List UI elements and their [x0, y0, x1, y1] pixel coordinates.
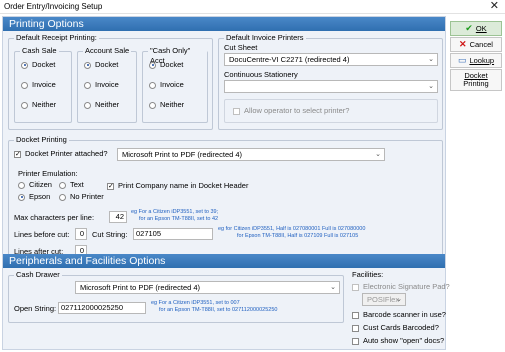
- checkmark-icon: ✔: [465, 23, 473, 33]
- default-invoice-group: Default Invoice Printers Cut Sheet DocuC…: [218, 33, 443, 130]
- cash-sale-label: Cash Sale: [20, 46, 59, 56]
- cash-sale-neither-radio[interactable]: Neither: [21, 100, 56, 110]
- cash-drawer-group: Cash Drawer Microsoft Print to PDF (redi…: [8, 270, 344, 323]
- cut-sheet-select[interactable]: DocuCentre-VI C2271 (redirected 4) ⌄: [224, 53, 438, 66]
- cash-only-neither-radio[interactable]: Neither: [149, 100, 184, 110]
- allow-select-frame: Allow operator to select printer?: [224, 99, 438, 123]
- electronic-signature-pad-checkbox[interactable]: Electronic Signature Pad?: [352, 282, 450, 292]
- cancel-button[interactable]: ✕ Cancel: [450, 37, 502, 52]
- barcode-scanner-checkbox[interactable]: Barcode scanner in use?: [352, 310, 446, 320]
- account-sale-neither-radio[interactable]: Neither: [84, 100, 119, 110]
- signature-pad-device-select[interactable]: POSIFlex ⌄: [362, 293, 406, 306]
- docket-printer-select[interactable]: Microsoft Print to PDF (redirected 4) ⌄: [117, 148, 385, 161]
- action-sidebar: ✔ OK ✕ Cancel ▭ Lookup Docket Printing: [450, 16, 505, 350]
- chevron-down-icon: ⌄: [428, 83, 434, 90]
- continuous-stationery-label: Continuous Stationery: [224, 70, 298, 79]
- open-string-hint-2: for an Epson TM-T88II, set to 0271120000…: [159, 307, 278, 313]
- peripherals-header: Peripherals and Facilities Options: [3, 254, 445, 268]
- docket-printing-group: Docket Printing ✓ Docket Printer attached…: [8, 135, 443, 258]
- max-chars-hint-2: for an Epson TM-T88II, set to 42: [139, 216, 219, 222]
- cash-only-invoice-radio[interactable]: Invoice: [149, 80, 184, 90]
- max-chars-input[interactable]: 42: [109, 211, 127, 223]
- window-titlebar: Order Entry/Invoicing Setup ✕: [0, 0, 505, 14]
- lookup-icon: ▭: [457, 55, 467, 65]
- lookup-button[interactable]: ▭ Lookup: [450, 53, 502, 68]
- account-sale-docket-radio[interactable]: Docket: [84, 60, 118, 70]
- open-string-input[interactable]: 027112000025250: [58, 302, 146, 314]
- cut-string-input[interactable]: 027105: [133, 228, 213, 240]
- continuous-stationery-select[interactable]: ⌄: [224, 80, 438, 93]
- chevron-down-icon: ⌄: [396, 296, 402, 303]
- default-receipt-label: Default Receipt Printing:: [14, 33, 99, 43]
- lines-before-cut-label: Lines before cut:: [14, 230, 70, 239]
- facilities-label: Facilities:: [352, 270, 384, 279]
- cash-sale-invoice-radio[interactable]: Invoice: [21, 80, 56, 90]
- max-chars-label: Max characters per line:: [14, 213, 95, 222]
- facilities-group: Facilities: Electronic Signature Pad? PO…: [348, 270, 450, 347]
- cash-drawer-label: Cash Drawer: [14, 270, 62, 280]
- cust-cards-barcoded-checkbox[interactable]: Cust Cards Barcoded?: [352, 323, 439, 333]
- default-receipt-group: Default Receipt Printing: Cash Sale Dock…: [8, 33, 213, 130]
- docket-printing-label: Docket Printing: [14, 135, 69, 145]
- lines-before-cut-input[interactable]: 0: [75, 228, 87, 240]
- emulation-text-radio[interactable]: Text: [59, 180, 84, 190]
- open-string-hint-1: eg For a Citizen iDP3551, set to 007: [151, 300, 240, 306]
- chevron-down-icon: ⌄: [428, 56, 434, 63]
- cash-sale-group: Cash Sale Docket Invoice Neither: [14, 46, 72, 123]
- emulation-no-printer-radio[interactable]: No Printer: [59, 192, 104, 202]
- ok-button[interactable]: ✔ OK: [450, 21, 502, 36]
- cut-string-hint-1: eg for Citizen iDP3551, Half is 02708000…: [218, 226, 366, 232]
- printer-emulation-group: Printer Emulation: Citizen Text Epson No…: [14, 169, 104, 204]
- account-sale-label: Account Sale: [83, 46, 132, 56]
- allow-select-printer-checkbox[interactable]: Allow operator to select printer?: [233, 106, 349, 116]
- window-title: Order Entry/Invoicing Setup: [4, 2, 103, 11]
- auto-show-open-docs-checkbox[interactable]: Auto show "open" docs?: [352, 336, 444, 346]
- cancel-x-icon: ✕: [459, 39, 467, 49]
- chevron-down-icon: ⌄: [330, 284, 336, 291]
- account-sale-invoice-radio[interactable]: Invoice: [84, 80, 119, 90]
- cash-drawer-printer-select[interactable]: Microsoft Print to PDF (redirected 4) ⌄: [75, 281, 340, 294]
- close-icon[interactable]: ✕: [490, 0, 499, 13]
- cut-string-label: Cut String:: [92, 230, 128, 239]
- cut-sheet-label: Cut Sheet: [224, 43, 258, 52]
- setup-panel: Printing Options Default Receipt Printin…: [2, 16, 450, 350]
- open-string-label: Open String:: [14, 304, 57, 313]
- chevron-down-icon: ⌄: [375, 151, 381, 158]
- printing-options-header: Printing Options: [3, 17, 445, 31]
- cash-sale-docket-radio[interactable]: Docket: [21, 60, 55, 70]
- printer-emulation-label: Printer Emulation:: [18, 169, 78, 178]
- cash-only-docket-radio[interactable]: Docket: [149, 60, 183, 70]
- emulation-citizen-radio[interactable]: Citizen: [18, 180, 52, 190]
- print-company-name-checkbox[interactable]: ✓ Print Company name in Docket Header: [107, 181, 248, 191]
- emulation-epson-radio[interactable]: Epson: [18, 192, 50, 202]
- account-sale-group: Account Sale Docket Invoice Neither: [77, 46, 137, 123]
- cut-string-hint-2: for Epson TM-T88II, Half is 027109 Full …: [237, 233, 359, 239]
- docket-printer-attached-checkbox[interactable]: ✓ Docket Printer attached?: [14, 149, 108, 159]
- max-chars-hint-1: eg For a Citizen iDP3551, set to 39;: [131, 209, 219, 215]
- cash-only-acct-group: "Cash Only" Acct Docket Invoice Neither: [142, 46, 208, 123]
- docket-printing-button[interactable]: Docket Printing: [450, 69, 502, 91]
- default-invoice-label: Default Invoice Printers: [224, 33, 306, 43]
